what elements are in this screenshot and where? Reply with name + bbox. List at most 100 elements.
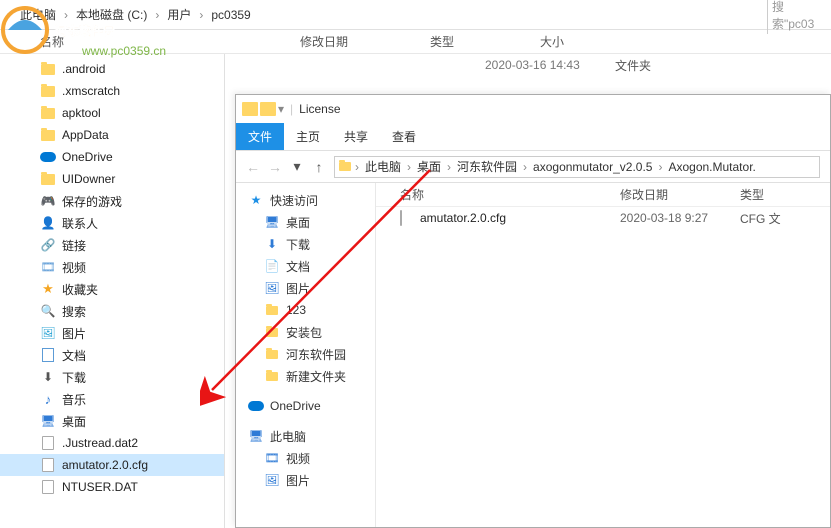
- crumb[interactable]: Axogon.Mutator.: [664, 160, 759, 174]
- pc-item[interactable]: 🖼图片: [236, 469, 375, 491]
- title-bar[interactable]: ▾ | License: [236, 95, 830, 123]
- tree-item[interactable]: 👤联系人: [0, 212, 224, 234]
- onedrive-item[interactable]: OneDrive: [236, 395, 375, 417]
- tree-label: .xmscratch: [62, 84, 120, 98]
- tree-item[interactable]: 🎮保存的游戏: [0, 190, 224, 212]
- col-size[interactable]: 大小: [540, 33, 620, 50]
- quick-item[interactable]: ⬇下载: [236, 233, 375, 255]
- tree-item[interactable]: OneDrive: [0, 146, 224, 168]
- tree-label: 下载: [62, 369, 86, 386]
- col-name[interactable]: 名称: [40, 33, 300, 50]
- tab-view[interactable]: 查看: [380, 123, 428, 150]
- nav-pane[interactable]: ★ 快速访问 🖥桌面⬇下载📄文档🖼图片123安装包河东软件园新建文件夹 OneD…: [236, 183, 376, 527]
- quick-item[interactable]: 河东软件园: [236, 343, 375, 365]
- tree-item[interactable]: 🔗链接: [0, 234, 224, 256]
- address-bar[interactable]: › 此电脑 › 本地磁盘 (C:) › 用户 › pc0359 搜索"pc03: [0, 0, 831, 30]
- music-icon: ♪: [40, 391, 56, 407]
- doc-icon: [40, 347, 56, 363]
- item-icon: [264, 328, 280, 337]
- crumb[interactable]: 河东软件园: [453, 158, 521, 175]
- col-date[interactable]: 修改日期: [300, 33, 430, 50]
- onedrive-label: OneDrive: [270, 399, 321, 413]
- file-row[interactable]: amutator.2.0.cfg 2020-03-18 9:27 CFG 文: [376, 207, 830, 229]
- tree-item[interactable]: 🖼图片: [0, 322, 224, 344]
- tree-label: 图片: [62, 325, 86, 342]
- crumb[interactable]: axogonmutator_v2.0.5: [529, 160, 656, 174]
- file-row[interactable]: 2020-03-16 14:43 文件夹: [225, 54, 831, 76]
- crumb[interactable]: 桌面: [413, 158, 445, 175]
- folder-tree[interactable]: .android .xmscratch apktool AppDataOneDrive…: [0, 54, 225, 528]
- tree-item[interactable]: 🔍搜索: [0, 300, 224, 322]
- search-input[interactable]: 搜索"pc03: [767, 0, 827, 34]
- address-bar[interactable]: › 此电脑 › 桌面 › 河东软件园 › axogonmutator_v2.0.…: [334, 156, 820, 178]
- file-date: 2020-03-16 14:43: [485, 58, 615, 72]
- col-type[interactable]: 类型: [430, 33, 540, 50]
- column-headers: 名称 修改日期 类型: [376, 183, 830, 207]
- quick-item[interactable]: 123: [236, 299, 375, 321]
- file-type: 文件夹: [615, 57, 725, 74]
- item-label: 新建文件夹: [286, 368, 346, 385]
- tree-item[interactable]: 文档: [0, 344, 224, 366]
- item-icon: 🎞: [264, 451, 280, 465]
- tree-item[interactable]: apktool: [0, 102, 224, 124]
- col-name[interactable]: 名称: [400, 186, 620, 203]
- tree-item[interactable]: 🎞视频: [0, 256, 224, 278]
- tree-label: 视频: [62, 259, 86, 276]
- tree-item[interactable]: ★收藏夹: [0, 278, 224, 300]
- tree-item[interactable]: ⬇下载: [0, 366, 224, 388]
- tree-item[interactable]: AppData: [0, 124, 224, 146]
- quick-item[interactable]: 📄文档: [236, 255, 375, 277]
- file-icon: [40, 457, 56, 473]
- tab-home[interactable]: 主页: [284, 123, 332, 150]
- item-label: 安装包: [286, 324, 322, 341]
- file-list[interactable]: 名称 修改日期 类型 amutator.2.0.cfg 2020-03-18 9…: [376, 183, 830, 527]
- up-button[interactable]: ↑: [308, 159, 330, 175]
- file-icon: [40, 435, 56, 451]
- quick-item[interactable]: 安装包: [236, 321, 375, 343]
- recent-button[interactable]: ▾: [286, 158, 308, 175]
- crumb[interactable]: 用户: [161, 6, 197, 23]
- tree-item[interactable]: ♪ 音乐: [0, 388, 224, 410]
- chevron-right-icon: ›: [153, 8, 161, 22]
- tree-item[interactable]: .android: [0, 58, 224, 80]
- tree-label: amutator.2.0.cfg: [62, 458, 148, 472]
- forward-button[interactable]: →: [264, 159, 286, 175]
- quick-access[interactable]: ★ 快速访问: [236, 189, 375, 211]
- quick-item[interactable]: 🖼图片: [236, 277, 375, 299]
- tree-label: 文档: [62, 347, 86, 364]
- tree-label: 音乐: [62, 391, 86, 408]
- tab-file[interactable]: 文件: [236, 123, 284, 150]
- chevron-down-icon[interactable]: ›: [4, 8, 14, 22]
- tree-label: 链接: [62, 237, 86, 254]
- tree-item[interactable]: .Justread.dat2: [0, 432, 224, 454]
- item-icon: 📄: [264, 259, 280, 273]
- col-type[interactable]: 类型: [740, 186, 800, 203]
- column-headers: 名称 修改日期 类型 大小: [0, 30, 831, 54]
- tree-item[interactable]: amutator.2.0.cfg: [0, 454, 224, 476]
- tree-item[interactable]: 🖥桌面: [0, 410, 224, 432]
- separator: |: [284, 102, 299, 116]
- ribbon: 文件 主页 共享 查看: [236, 123, 830, 151]
- thispc-item[interactable]: 🖥 此电脑: [236, 425, 375, 447]
- tab-share[interactable]: 共享: [332, 123, 380, 150]
- chevron-right-icon: ›: [656, 160, 664, 174]
- col-date[interactable]: 修改日期: [620, 186, 740, 203]
- tree-item[interactable]: NTUSER.DAT: [0, 476, 224, 498]
- contact-icon: 👤: [40, 215, 56, 231]
- chevron-right-icon: ›: [62, 8, 70, 22]
- quick-item[interactable]: 新建文件夹: [236, 365, 375, 387]
- pc-item[interactable]: 🎞 视频: [236, 447, 375, 469]
- item-label: 视频: [286, 450, 310, 467]
- tree-item[interactable]: UIDowner: [0, 168, 224, 190]
- item-label: 123: [286, 303, 306, 317]
- crumb[interactable]: 本地磁盘 (C:): [70, 6, 153, 23]
- back-button[interactable]: ←: [242, 159, 264, 175]
- tree-label: apktool: [62, 106, 101, 120]
- crumb[interactable]: 此电脑: [361, 158, 405, 175]
- quick-item[interactable]: 🖥桌面: [236, 211, 375, 233]
- folder-icon: [40, 83, 56, 99]
- tree-label: .Justread.dat2: [62, 436, 138, 450]
- tree-item[interactable]: .xmscratch: [0, 80, 224, 102]
- crumb[interactable]: 此电脑: [14, 6, 62, 23]
- crumb[interactable]: pc0359: [205, 8, 256, 22]
